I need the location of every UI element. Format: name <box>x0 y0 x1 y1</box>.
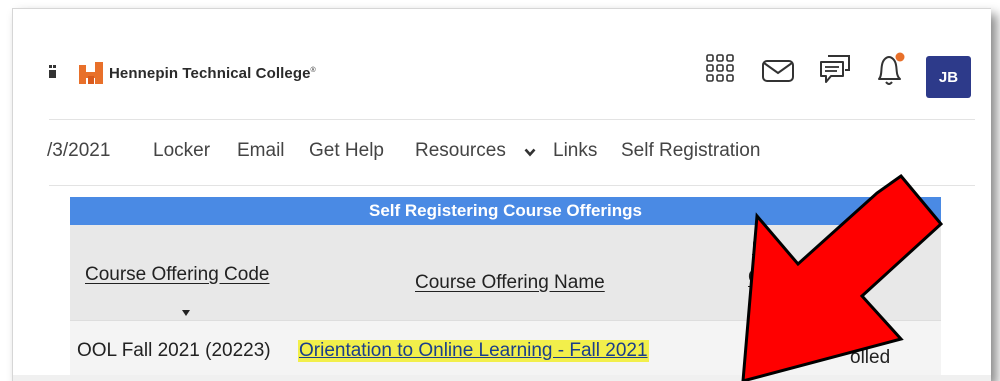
browser-screenshot-frame: Hennepin Technical College® JB /3/2021 L… <box>12 8 991 381</box>
red-arrow-icon <box>741 173 944 381</box>
